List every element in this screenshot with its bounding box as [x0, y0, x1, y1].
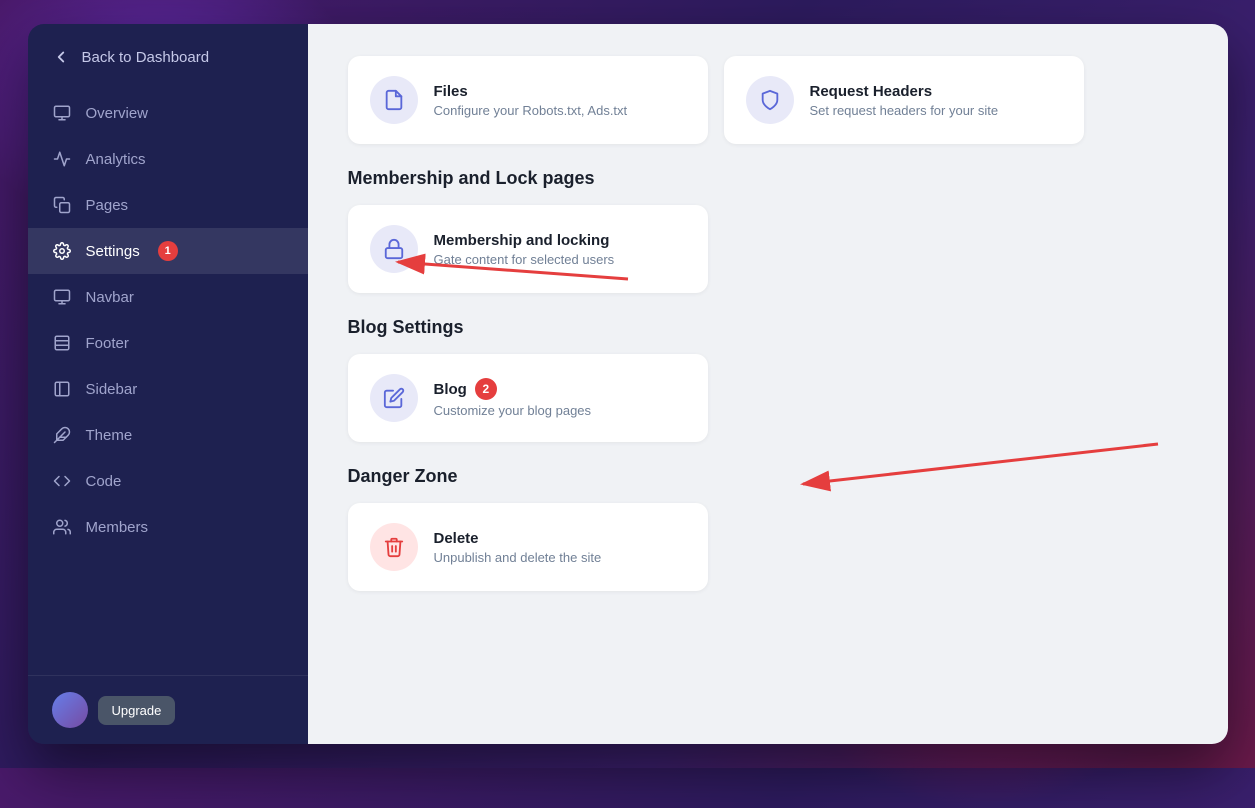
blog-edit-icon: [370, 374, 418, 422]
sidebar-item-settings[interactable]: Settings 1: [28, 228, 308, 274]
theme-icon: [52, 425, 72, 445]
request-headers-card[interactable]: Request Headers Set request headers for …: [724, 56, 1084, 144]
sidebar-item-members[interactable]: Members: [28, 504, 308, 550]
sidebar-nav: Overview Analytics Pages: [28, 86, 308, 675]
membership-section-title: Membership and Lock pages: [348, 168, 1188, 189]
sidebar-item-label: Footer: [86, 335, 129, 352]
footer-icon: [52, 333, 72, 353]
shield-icon: [746, 76, 794, 124]
request-headers-card-text: Request Headers Set request headers for …: [810, 83, 999, 118]
settings-icon: [52, 241, 72, 261]
membership-cards-row: Membership and locking Gate content for …: [348, 205, 1188, 293]
files-card-title: Files: [434, 83, 628, 100]
members-icon: [52, 517, 72, 537]
sidebar-item-label: Overview: [86, 105, 149, 122]
danger-section-title: Danger Zone: [348, 466, 1188, 487]
sidebar: Back to Dashboard Overview Anal: [28, 24, 308, 744]
pages-icon: [52, 195, 72, 215]
blog-card-desc: Customize your blog pages: [434, 403, 592, 418]
back-to-dashboard[interactable]: Back to Dashboard: [28, 24, 308, 86]
sidebar-item-label: Analytics: [86, 151, 146, 168]
sidebar-icon: [52, 379, 72, 399]
settings-badge: 1: [158, 241, 178, 261]
sidebar-item-label: Code: [86, 473, 122, 490]
request-headers-desc: Set request headers for your site: [810, 103, 999, 118]
back-arrow-icon: [52, 48, 70, 66]
danger-cards-row: Delete Unpublish and delete the site: [348, 503, 1188, 591]
file-icon: [370, 76, 418, 124]
blog-section-title: Blog Settings: [348, 317, 1188, 338]
files-card-desc: Configure your Robots.txt, Ads.txt: [434, 103, 628, 118]
lock-icon: [370, 225, 418, 273]
delete-card-title: Delete: [434, 530, 602, 547]
membership-locking-title: Membership and locking: [434, 232, 615, 249]
delete-card-text: Delete Unpublish and delete the site: [434, 530, 602, 565]
sidebar-item-label: Members: [86, 519, 149, 536]
delete-card[interactable]: Delete Unpublish and delete the site: [348, 503, 708, 591]
avatar: [52, 692, 88, 728]
request-headers-title: Request Headers: [810, 83, 999, 100]
app-container: Back to Dashboard Overview Anal: [28, 24, 1228, 744]
sidebar-item-sidebar[interactable]: Sidebar: [28, 366, 308, 412]
monitor-icon: [52, 103, 72, 123]
analytics-icon: [52, 149, 72, 169]
blog-card-text: Blog 2 Customize your blog pages: [434, 378, 592, 418]
membership-locking-card[interactable]: Membership and locking Gate content for …: [348, 205, 708, 293]
sidebar-item-pages[interactable]: Pages: [28, 182, 308, 228]
sidebar-item-footer[interactable]: Footer: [28, 320, 308, 366]
blog-card-title: Blog 2: [434, 378, 592, 400]
top-cards-row: Files Configure your Robots.txt, Ads.txt…: [348, 56, 1188, 144]
delete-card-desc: Unpublish and delete the site: [434, 550, 602, 565]
files-card-text: Files Configure your Robots.txt, Ads.txt: [434, 83, 628, 118]
upgrade-button[interactable]: Upgrade: [98, 696, 176, 725]
back-label: Back to Dashboard: [82, 49, 210, 66]
sidebar-item-analytics[interactable]: Analytics: [28, 136, 308, 182]
main-content: Files Configure your Robots.txt, Ads.txt…: [308, 24, 1228, 744]
sidebar-item-label: Theme: [86, 427, 133, 444]
sidebar-bottom: Upgrade: [28, 675, 308, 744]
sidebar-item-label: Settings: [86, 243, 140, 260]
code-icon: [52, 471, 72, 491]
trash-icon: [370, 523, 418, 571]
sidebar-item-label: Navbar: [86, 289, 134, 306]
membership-locking-desc: Gate content for selected users: [434, 252, 615, 267]
navbar-icon: [52, 287, 72, 307]
sidebar-item-overview[interactable]: Overview: [28, 90, 308, 136]
blog-badge: 2: [475, 378, 497, 400]
sidebar-item-navbar[interactable]: Navbar: [28, 274, 308, 320]
blog-card[interactable]: Blog 2 Customize your blog pages: [348, 354, 708, 442]
sidebar-item-label: Pages: [86, 197, 129, 214]
blog-cards-row: Blog 2 Customize your blog pages: [348, 354, 1188, 442]
files-card[interactable]: Files Configure your Robots.txt, Ads.txt: [348, 56, 708, 144]
sidebar-item-label: Sidebar: [86, 381, 138, 398]
membership-locking-text: Membership and locking Gate content for …: [434, 232, 615, 267]
sidebar-item-code[interactable]: Code: [28, 458, 308, 504]
sidebar-item-theme[interactable]: Theme: [28, 412, 308, 458]
